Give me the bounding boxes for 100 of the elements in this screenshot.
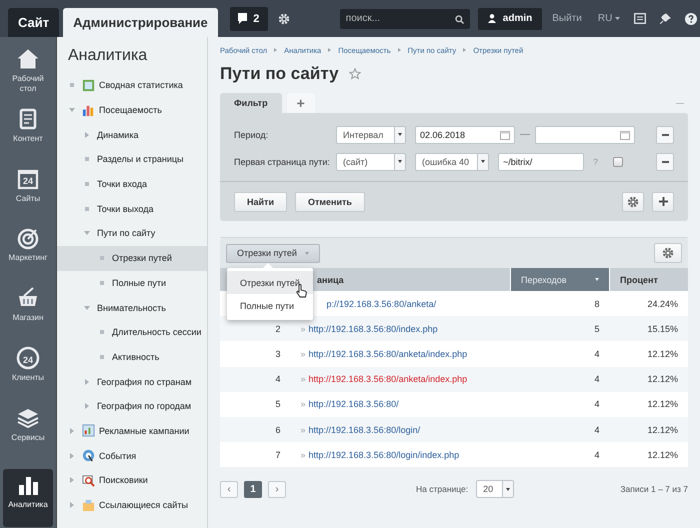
search-field[interactable]: поиск... [340, 8, 470, 28]
site-select[interactable]: (сайт) [336, 152, 406, 170]
column-header[interactable]: Процент [610, 268, 688, 291]
table-cell: 4 [510, 416, 610, 442]
rail-item[interactable]: Рабочий стол [3, 43, 53, 102]
nav-label: Длительность сессии [112, 327, 202, 338]
collapse-arrow-icon[interactable] [83, 304, 91, 312]
nav-label: Сводная статистика [99, 80, 183, 90]
nav-item[interactable]: События [57, 443, 207, 468]
rail-item[interactable]: Сервисы [3, 402, 53, 460]
nav-item[interactable]: Динамика [57, 122, 207, 148]
nav-item[interactable]: Посещаемость [57, 98, 207, 122]
nav-label: Рекламные кампании [99, 426, 190, 436]
report-icon [82, 104, 95, 117]
expand-arrow-icon[interactable] [68, 501, 76, 510]
table-cell: 12.12% [610, 392, 688, 417]
nav-item[interactable]: Разделы и страницы [57, 147, 207, 172]
nav-label: Поисковики [99, 475, 148, 486]
nav-item[interactable]: Рекламные кампании [57, 418, 207, 444]
nav-item[interactable]: Пути по сайту [57, 221, 207, 246]
field-label: Первая страница пути: [234, 156, 331, 166]
menu-item[interactable]: Отрезки путей [227, 271, 313, 294]
expand-arrow-icon[interactable] [68, 452, 76, 460]
date-to-field[interactable] [535, 126, 635, 144]
nav-item[interactable]: Ссылающиеся сайты [57, 492, 207, 518]
rail-item[interactable]: Маркетинг [3, 222, 53, 281]
expand-arrow-icon[interactable] [83, 378, 91, 386]
nav-item[interactable]: География по странам [57, 369, 207, 394]
settings-icon [662, 247, 674, 259]
user-button[interactable]: admin [478, 8, 542, 30]
rail-label: Магазин [12, 313, 44, 323]
table-cell: 12.12% [610, 366, 688, 392]
expand-arrow-icon[interactable] [83, 130, 91, 139]
expand-arrow-icon[interactable] [83, 402, 91, 410]
nav-label: Посещаемость [99, 105, 162, 116]
nav-item[interactable]: Активность [57, 344, 207, 370]
rail-item[interactable]: Аналитика [3, 469, 53, 528]
top-tab[interactable]: Администрирование [63, 8, 218, 37]
remove-button[interactable] [656, 152, 674, 170]
settings-button[interactable] [654, 243, 682, 263]
star-icon[interactable] [348, 68, 361, 80]
nav-item[interactable]: Точки выхода [57, 196, 207, 222]
notifications-button[interactable]: 2 [230, 6, 268, 30]
per-page-label: На странице: [416, 484, 468, 494]
calendar-icon[interactable] [500, 130, 510, 140]
path-field[interactable]: ~/bitrix/ [498, 152, 584, 170]
filter-button[interactable]: Отменить [294, 192, 365, 212]
rail-item[interactable]: Контент [3, 102, 53, 162]
next-page-button[interactable]: › [268, 480, 286, 498]
column-header[interactable]: аница [317, 274, 344, 284]
period-select[interactable]: Интервал [336, 126, 406, 144]
field-label: Период: [234, 130, 270, 140]
settings-icon [627, 196, 639, 208]
rail-label: Контент [13, 134, 43, 144]
caret-icon [615, 17, 620, 20]
add-button[interactable] [652, 192, 674, 212]
nav-item[interactable]: Отрезки путей [57, 246, 207, 270]
per-page-select[interactable]: 20 [476, 480, 514, 498]
calendar-icon[interactable] [620, 130, 630, 140]
table-cell: 8 [510, 291, 610, 316]
filter-button[interactable]: Найти [234, 192, 287, 212]
date-from-field[interactable]: 02.06.2018 [415, 126, 515, 144]
nav-item[interactable]: Точки входа [57, 172, 207, 196]
row-number: 3 [220, 341, 290, 367]
plus-icon [658, 197, 668, 206]
status-select[interactable]: (ошибка 40 [415, 152, 489, 170]
top-tab[interactable]: Сайт [8, 8, 60, 37]
pin-icon[interactable] [660, 13, 672, 24]
nav-item[interactable]: Внимательность [57, 295, 207, 320]
checkbox[interactable] [613, 156, 623, 166]
rail-item[interactable]: Магазин [3, 282, 53, 341]
row-number: 7 [220, 442, 290, 468]
row-number: 5 [220, 392, 290, 417]
search-icon [454, 14, 464, 24]
page-button[interactable]: 1 [244, 480, 262, 498]
help-icon[interactable] [685, 12, 698, 24]
menu-item[interactable]: Полные пути [227, 294, 313, 317]
window-icon[interactable] [634, 13, 646, 24]
remove-button[interactable] [656, 126, 674, 144]
rail-item[interactable]: 24 Клиенты [3, 342, 53, 400]
nav-label: Разделы и страницы [97, 154, 184, 164]
previous-page-button[interactable]: ‹ [220, 480, 238, 498]
column-header[interactable]: Переходов [510, 268, 610, 291]
nav-item[interactable]: Поисковики [57, 468, 207, 493]
language-select[interactable]: RU [598, 13, 620, 24]
filter-tab[interactable]: Фильтр [220, 93, 282, 113]
expand-arrow-icon[interactable] [68, 426, 76, 435]
filter-tab[interactable]: + [286, 93, 315, 113]
settings-button[interactable] [622, 192, 644, 212]
nav-item[interactable]: География по городам [57, 394, 207, 419]
page-link[interactable]: » http://192.168.3.56:80/ [300, 399, 399, 410]
logout-link[interactable]: Выйти [552, 13, 582, 24]
user-icon [488, 14, 496, 23]
nav-item[interactable]: Длительность сессии [57, 320, 207, 345]
nav-label: Точки входа [97, 179, 148, 190]
view-select-button[interactable]: Отрезки путей [226, 244, 320, 262]
rail-item[interactable]: 24 Сайты [3, 162, 53, 222]
expand-arrow-icon[interactable] [68, 476, 76, 484]
nav-item[interactable]: Полные пути [57, 270, 207, 296]
nav-item[interactable]: Сводная статистика [57, 73, 207, 98]
